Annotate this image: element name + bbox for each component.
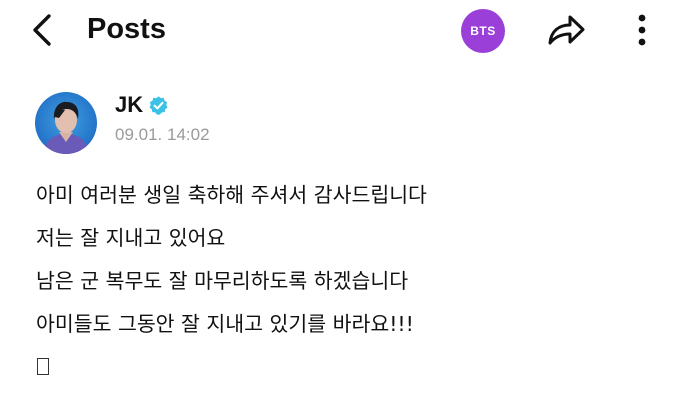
chevron-left-icon <box>33 14 51 46</box>
post-emoji-line <box>36 346 656 379</box>
share-arrow-icon <box>548 15 585 45</box>
more-options-button[interactable] <box>626 10 658 50</box>
post-timestamp: 09.01. 14:02 <box>115 125 210 144</box>
back-button[interactable] <box>22 10 62 50</box>
missing-emoji-icon <box>37 358 49 375</box>
community-badge[interactable]: BTS <box>461 9 505 53</box>
post-text-line: 남은 군 복무도 잘 마무리하도록 하겠습니다 <box>36 269 409 293</box>
post-detail-screen: Posts BTS JK 09.01. 14:02 아미 여러분 생일 축하해 … <box>0 0 680 412</box>
more-vertical-icon <box>638 14 646 46</box>
post-text-line: 저는 잘 지내고 있어요 <box>36 226 226 250</box>
page-title: Posts <box>87 13 166 45</box>
post-text-line: 아미들도 그동안 잘 지내고 있기를 바라요!!! <box>36 312 414 336</box>
avatar-image <box>35 92 97 154</box>
post-content: 아미 여러분 생일 축하해 주셔서 감사드립니다 저는 잘 지내고 있어요 남은… <box>36 174 656 379</box>
author-name[interactable]: JK <box>115 92 143 118</box>
avatar[interactable] <box>35 92 97 154</box>
app-header: Posts BTS <box>0 0 680 60</box>
post-text-line: 아미 여러분 생일 축하해 주셔서 감사드립니다 <box>36 183 427 207</box>
post-author: JK 09.01. 14:02 <box>35 92 455 156</box>
share-button[interactable] <box>544 10 588 50</box>
verified-badge-icon <box>149 95 168 115</box>
author-name-row: JK <box>115 91 169 119</box>
